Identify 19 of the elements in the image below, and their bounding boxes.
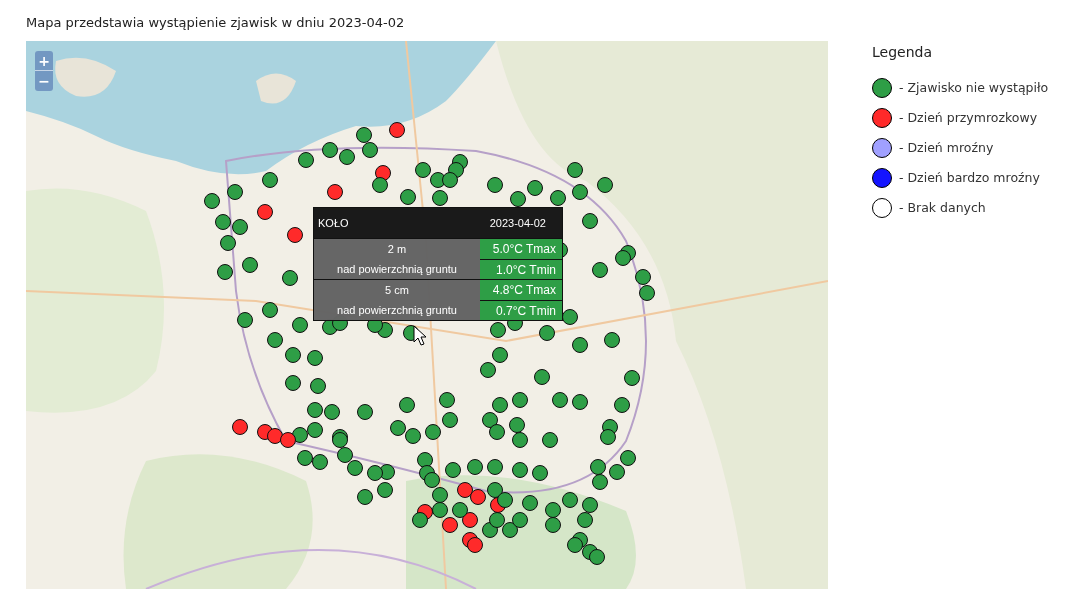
zoom-in-button[interactable]: + [35, 51, 53, 71]
legend-label: - Brak danych [899, 198, 986, 217]
temperature-value: 1.0°C Tmin [480, 259, 562, 279]
height-description: nad powierzchnią gruntu [337, 303, 457, 318]
temperature-value: 0.7°C Tmin [480, 300, 562, 320]
height-label: 5 cm [385, 283, 409, 298]
height-label: 2 m [387, 242, 407, 257]
legend-label: - Dzień mroźny [899, 138, 994, 157]
temperature-value: 4.8°C Tmax [480, 280, 562, 300]
zoom-out-button[interactable]: − [35, 71, 53, 91]
legend-label: - Dzień przymrozkowy [899, 108, 1038, 127]
page-title: Mapa przedstawia wystąpienie zjawisk w dniu 2023-04-02 [26, 14, 406, 32]
height-description: nad powierzchnią gruntu [337, 262, 457, 277]
date-label: 2023-04-02 [489, 215, 547, 231]
legend-label: - Zjawisko nie wystąpiło [899, 78, 1049, 97]
station-name: KOŁO [318, 215, 349, 231]
legend-label: - Dzień bardzo mroźny [899, 168, 1040, 187]
temperature-value: 5.0°C Tmax [480, 239, 562, 259]
legend-title: Legenda [872, 43, 933, 62]
